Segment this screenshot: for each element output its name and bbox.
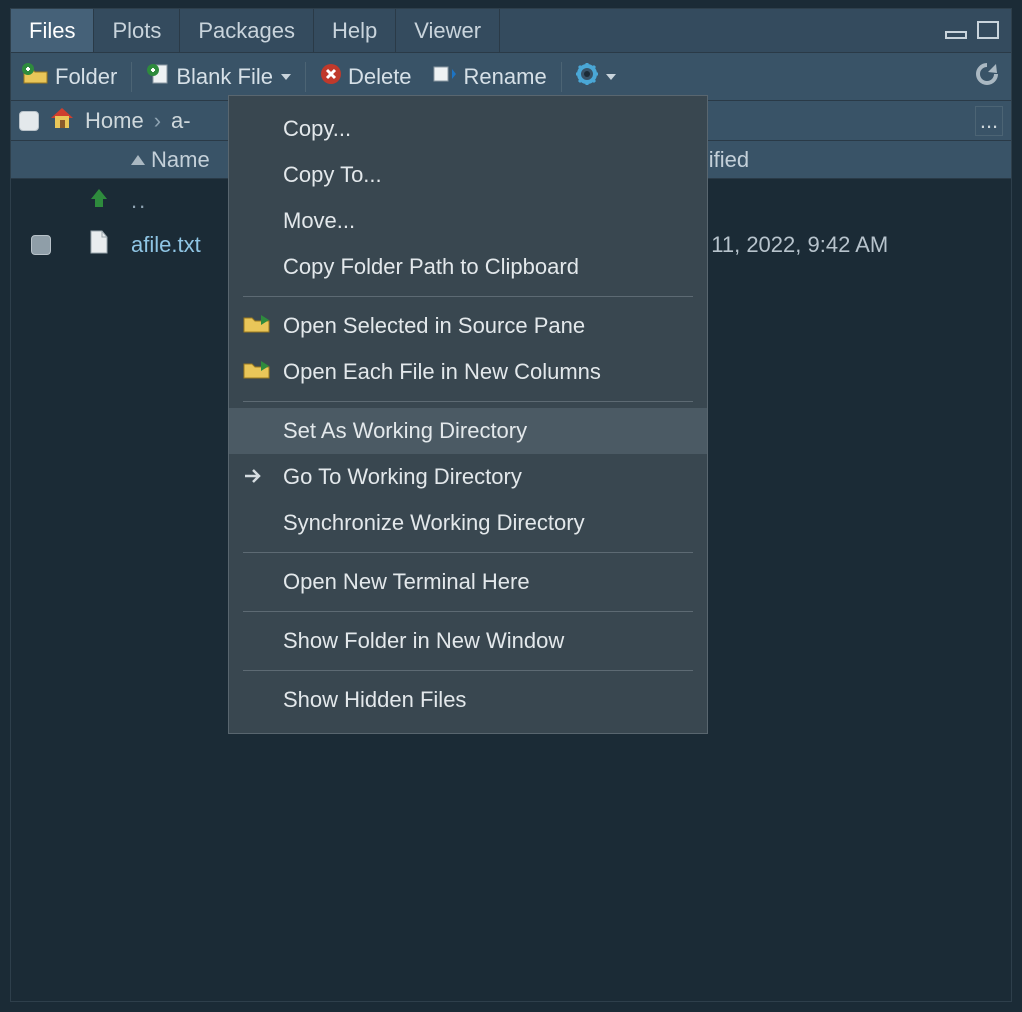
menu-item-label: Go To Working Directory bbox=[283, 464, 522, 490]
delete-button[interactable]: Delete bbox=[314, 61, 418, 93]
folder-open-icon bbox=[243, 312, 271, 340]
toolbar-separator bbox=[131, 62, 132, 92]
row-checkbox[interactable] bbox=[31, 235, 51, 255]
rename-button[interactable]: Rename bbox=[426, 61, 553, 93]
menu-copy-to[interactable]: Copy To... bbox=[229, 152, 707, 198]
menu-open-selected-source[interactable]: Open Selected in Source Pane bbox=[229, 303, 707, 349]
menu-open-each-new-columns[interactable]: Open Each File in New Columns bbox=[229, 349, 707, 395]
toolbar-separator bbox=[561, 62, 562, 92]
more-options-dropdown-icon bbox=[606, 74, 616, 80]
pane-tabs: Files Plots Packages Help Viewer bbox=[11, 9, 1011, 53]
menu-move[interactable]: Move... bbox=[229, 198, 707, 244]
menu-synchronize-working-directory[interactable]: Synchronize Working Directory bbox=[229, 500, 707, 546]
files-toolbar: Folder Blank File Del bbox=[11, 53, 1011, 101]
home-icon[interactable] bbox=[49, 106, 75, 136]
menu-divider bbox=[243, 611, 693, 612]
rename-icon bbox=[432, 63, 458, 91]
rename-label: Rename bbox=[464, 64, 547, 90]
blank-file-dropdown-icon bbox=[281, 74, 291, 80]
more-options-button[interactable] bbox=[570, 61, 622, 93]
menu-show-hidden-files[interactable]: Show Hidden Files bbox=[229, 677, 707, 723]
file-add-icon bbox=[146, 63, 170, 91]
menu-item-label: Open Each File in New Columns bbox=[283, 359, 601, 385]
menu-go-to-working-directory[interactable]: Go To Working Directory bbox=[229, 454, 707, 500]
delete-icon bbox=[320, 63, 342, 91]
menu-set-as-working-directory[interactable]: Set As Working Directory bbox=[229, 408, 707, 454]
new-blank-file-label: Blank File bbox=[176, 64, 273, 90]
tab-packages[interactable]: Packages bbox=[180, 9, 314, 52]
tab-viewer[interactable]: Viewer bbox=[396, 9, 500, 52]
refresh-icon bbox=[975, 62, 999, 92]
column-header-name-label: Name bbox=[151, 147, 210, 173]
breadcrumb-more-button[interactable]: ... bbox=[975, 106, 1003, 136]
menu-divider bbox=[243, 296, 693, 297]
refresh-button[interactable] bbox=[969, 60, 1005, 94]
file-icon bbox=[89, 230, 109, 260]
folder-open-icon bbox=[243, 358, 271, 386]
minimize-pane-icon[interactable] bbox=[945, 23, 969, 39]
menu-divider bbox=[243, 670, 693, 671]
menu-copy[interactable]: Copy... bbox=[229, 106, 707, 152]
breadcrumb-separator-icon: › bbox=[154, 108, 161, 134]
menu-divider bbox=[243, 552, 693, 553]
menu-show-folder-in-new-window[interactable]: Show Folder in New Window bbox=[229, 618, 707, 664]
tab-help[interactable]: Help bbox=[314, 9, 396, 52]
maximize-pane-icon[interactable] bbox=[977, 21, 1001, 41]
toolbar-separator bbox=[305, 62, 306, 92]
tab-plots[interactable]: Plots bbox=[94, 9, 180, 52]
breadcrumb-home[interactable]: Home bbox=[85, 108, 144, 134]
folder-add-icon bbox=[23, 63, 49, 91]
new-folder-label: Folder bbox=[55, 64, 117, 90]
breadcrumb-current[interactable]: a- bbox=[171, 108, 191, 134]
delete-label: Delete bbox=[348, 64, 412, 90]
menu-item-label: Open Selected in Source Pane bbox=[283, 313, 585, 339]
context-menu: Copy... Copy To... Move... Copy Folder P… bbox=[228, 95, 708, 734]
menu-copy-folder-path[interactable]: Copy Folder Path to Clipboard bbox=[229, 244, 707, 290]
select-all-checkbox[interactable] bbox=[19, 111, 39, 131]
new-blank-file-button[interactable]: Blank File bbox=[140, 61, 297, 93]
goto-arrow-icon bbox=[243, 464, 267, 490]
menu-divider bbox=[243, 401, 693, 402]
new-folder-button[interactable]: Folder bbox=[17, 61, 123, 93]
menu-open-new-terminal-here[interactable]: Open New Terminal Here bbox=[229, 559, 707, 605]
tab-files[interactable]: Files bbox=[11, 9, 94, 52]
sort-ascending-icon bbox=[131, 155, 145, 165]
up-arrow-icon bbox=[89, 187, 109, 215]
gear-icon bbox=[576, 63, 598, 91]
